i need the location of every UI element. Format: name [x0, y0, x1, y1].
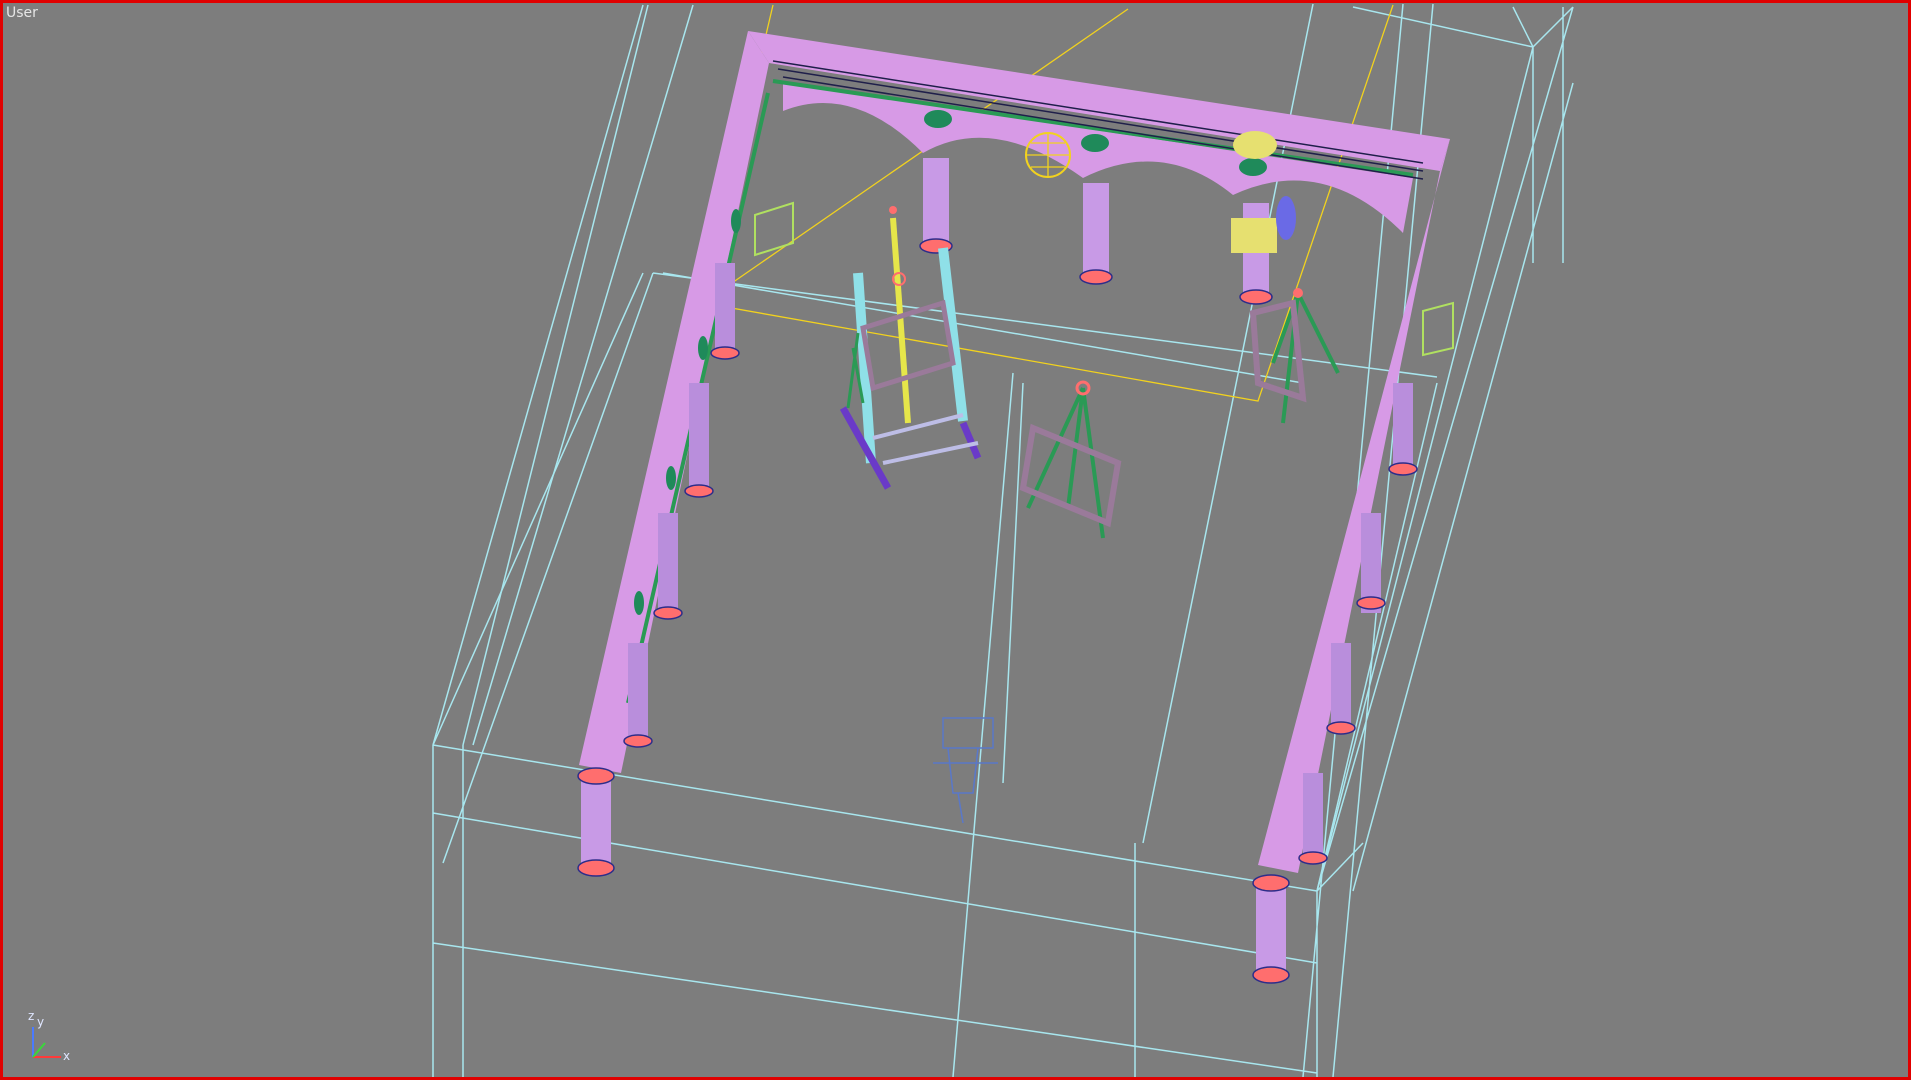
axis-gizmo: z y x: [23, 1009, 83, 1069]
easel-center[interactable]: [1019, 380, 1122, 539]
axis-x-label: x: [63, 1049, 71, 1063]
colonnade[interactable]: [579, 31, 1450, 978]
scene-canvas[interactable]: [3, 3, 1908, 1077]
camera-helper[interactable]: [933, 717, 998, 824]
axis-y-label: y: [37, 1015, 45, 1029]
axis-z-label: z: [28, 1009, 35, 1023]
easel-right[interactable]: [1249, 288, 1340, 424]
easel-large[interactable]: [839, 206, 982, 490]
perspective-viewport[interactable]: User z y x: [0, 0, 1911, 1080]
wireframe-box: [432, 3, 1574, 1077]
viewport-label[interactable]: User: [6, 5, 38, 21]
